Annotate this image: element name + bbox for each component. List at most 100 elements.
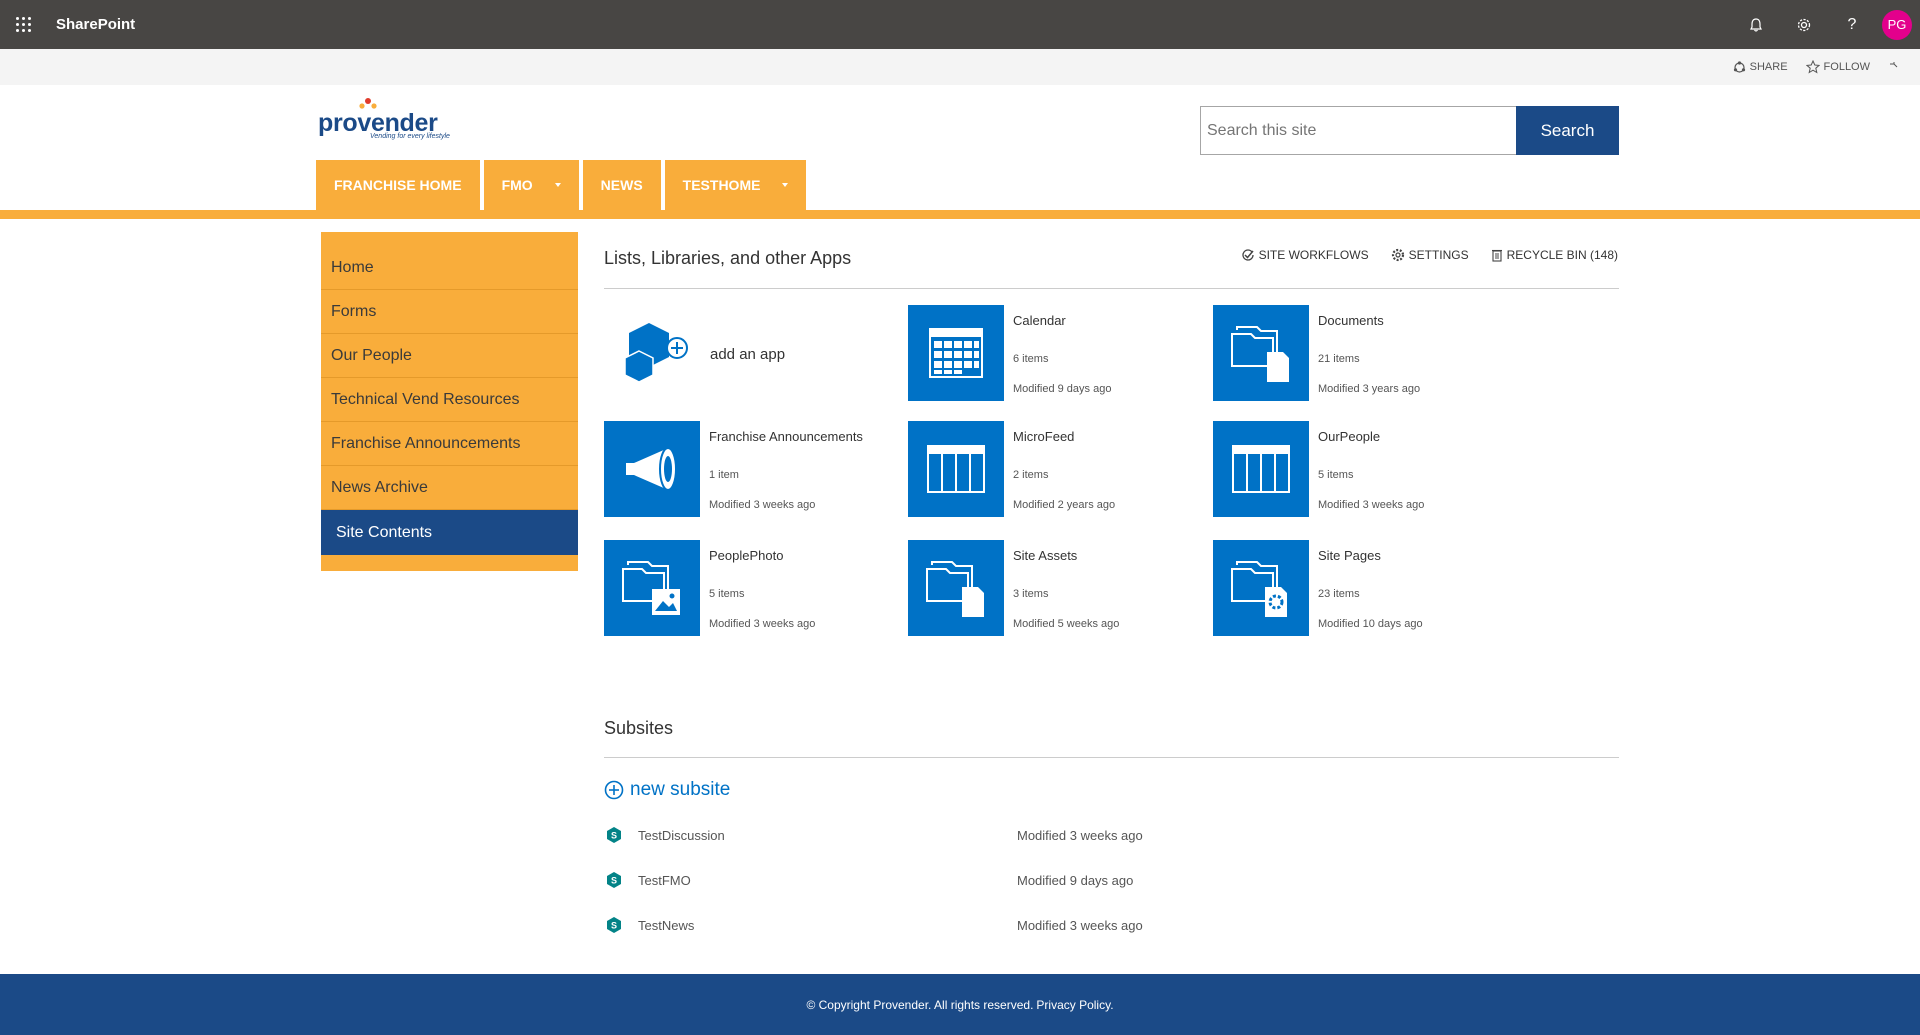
tile-modified: Modified 5 weeks ago [1013,618,1120,630]
subsites-heading: Subsites [604,718,674,738]
recycle-bin-button[interactable]: RECYCLE BIN (148) [1491,248,1618,262]
subsite-row: S TestNews Modified 3 weeks ago [604,914,1504,936]
site-pages-icon [1213,540,1309,636]
megaphone-icon [604,421,700,517]
topnav-label: FMO [501,177,533,193]
document-library-icon [1213,305,1309,401]
leftnav-item-franchise-announcements[interactable]: Franchise Announcements [321,422,578,466]
sharepoint-site-icon: S [604,825,624,845]
tile-name[interactable]: OurPeople [1318,429,1498,444]
star-icon [1805,60,1820,74]
search-button[interactable]: Search [1516,106,1619,155]
new-subsite-link[interactable]: new subsite [604,779,730,801]
leftnav-item-technical-vend-resources[interactable]: Technical Vend Resources [321,378,578,422]
topnav-fmo[interactable]: FMO [483,160,579,210]
tile-name[interactable]: Documents [1318,313,1498,328]
app-tile-calendar[interactable]: Calendar 6 items Modified 9 days ago [908,305,1208,401]
topnav-franchise-home[interactable]: FRANCHISE HOME [316,160,480,210]
share-label: SHARE [1749,61,1788,73]
sharepoint-brand[interactable]: SharePoint [56,16,135,33]
topnav-news[interactable]: NEWS [582,160,661,210]
site-workflows-button[interactable]: SITE WORKFLOWS [1241,248,1369,262]
leftnav-item-site-contents[interactable]: Site Contents [321,510,578,555]
tile-name[interactable]: Calendar [1013,313,1193,328]
subsite-row: S TestFMO Modified 9 days ago [604,869,1504,891]
search-input[interactable] [1200,106,1518,155]
chevron-down-icon[interactable] [554,183,561,187]
tile-modified: Modified 3 weeks ago [709,618,816,630]
logo-tagline: Vending for every lifestyle [370,133,450,140]
app-tile-documents[interactable]: Documents 21 items Modified 3 years ago [1213,305,1513,401]
action-bar: SHARE FOLLOW [0,49,1920,85]
section-divider [604,288,1619,289]
sharepoint-site-icon: S [604,870,624,890]
tile-name[interactable]: Site Pages [1318,548,1498,563]
tile-item-count: 3 items [1013,588,1049,600]
share-button[interactable]: SHARE [1733,60,1788,74]
tile-item-count: 2 items [1013,469,1049,481]
list-icon [908,421,1004,517]
focus-on-content-button[interactable] [1888,61,1900,73]
tile-item-count: 21 items [1318,353,1360,365]
calendar-icon [908,305,1004,401]
tile-item-count: 6 items [1013,353,1049,365]
notifications-bell-icon[interactable] [1732,0,1780,49]
add-an-app-label: add an app [710,346,786,363]
leftnav-item-forms[interactable]: Forms [321,290,578,334]
tile-item-count: 1 item [709,469,739,481]
add-circle-icon [604,780,624,800]
suite-bar: SharePoint ? PG [0,0,1920,49]
leftnav-item-our-people[interactable]: Our People [321,334,578,378]
tile-modified: Modified 3 years ago [1318,383,1421,395]
tile-modified: Modified 2 years ago [1013,499,1116,511]
privacy-policy-link[interactable]: Privacy Policy. [1036,998,1113,1012]
tile-name[interactable]: PeoplePhoto [709,548,889,563]
subsite-row: S TestDiscussion Modified 3 weeks ago [604,824,1504,846]
site-contents-actions: SITE WORKFLOWS SETTINGS RECYCLE BIN (148… [1241,248,1618,262]
follow-button[interactable]: FOLLOW [1805,60,1870,74]
tile-modified: Modified 3 weeks ago [709,499,816,511]
subsite-link[interactable]: TestFMO [638,873,1018,888]
tile-name[interactable]: MicroFeed [1013,429,1193,444]
quick-launch: Home Forms Our People Technical Vend Res… [321,232,578,571]
tile-item-count: 5 items [1318,469,1354,481]
header-divider [0,210,1920,219]
site-footer: © Copyright Provender. All rights reserv… [0,974,1920,1035]
site-workflows-label: SITE WORKFLOWS [1258,248,1369,262]
topnav-label: TESTHOME [682,177,761,193]
subsite-modified: Modified 3 weeks ago [1017,827,1143,843]
picture-library-icon [604,540,700,636]
settings-button[interactable]: SETTINGS [1391,248,1469,262]
tile-name[interactable]: Franchise Announcements [709,429,889,444]
leftnav-item-home[interactable]: Home [321,246,578,290]
topnav-label: NEWS [600,177,643,193]
app-tile-site-assets[interactable]: Site Assets 3 items Modified 5 weeks ago [908,540,1208,636]
tile-item-count: 5 items [709,588,745,600]
leftnav-item-news-archive[interactable]: News Archive [321,466,578,510]
tile-name[interactable]: Site Assets [1013,548,1193,563]
tile-modified: Modified 9 days ago [1013,383,1112,395]
subsite-link[interactable]: TestNews [638,918,1018,933]
gear-icon [1391,248,1404,262]
app-tile-microfeed[interactable]: MicroFeed 2 items Modified 2 years ago [908,421,1208,517]
app-tile-site-pages[interactable]: Site Pages 23 items Modified 10 days ago [1213,540,1513,636]
app-tile-peoplephoto[interactable]: PeoplePhoto 5 items Modified 3 weeks ago [604,540,904,636]
user-avatar[interactable]: PG [1882,9,1912,40]
svg-text:S: S [611,831,617,841]
provender-logo[interactable]: provender Vending for every lifestyle [318,97,458,143]
list-icon [1213,421,1309,517]
svg-text:S: S [611,921,617,931]
add-an-app-tile[interactable]: add an app [604,305,864,401]
app-launcher-icon[interactable] [0,0,46,49]
subsite-link[interactable]: TestDiscussion [638,828,1018,843]
settings-gear-icon[interactable] [1780,0,1828,49]
topnav-testhome[interactable]: TESTHOME [664,160,807,210]
document-library-icon [908,540,1004,636]
help-icon[interactable]: ? [1828,0,1876,49]
settings-label: SETTINGS [1408,248,1469,262]
add-app-icon [624,323,688,383]
app-tile-franchise-announcements[interactable]: Franchise Announcements 1 item Modified … [604,421,904,517]
app-tile-ourpeople[interactable]: OurPeople 5 items Modified 3 weeks ago [1213,421,1513,517]
chevron-down-icon[interactable] [782,183,789,187]
subsites-divider [604,757,1619,758]
